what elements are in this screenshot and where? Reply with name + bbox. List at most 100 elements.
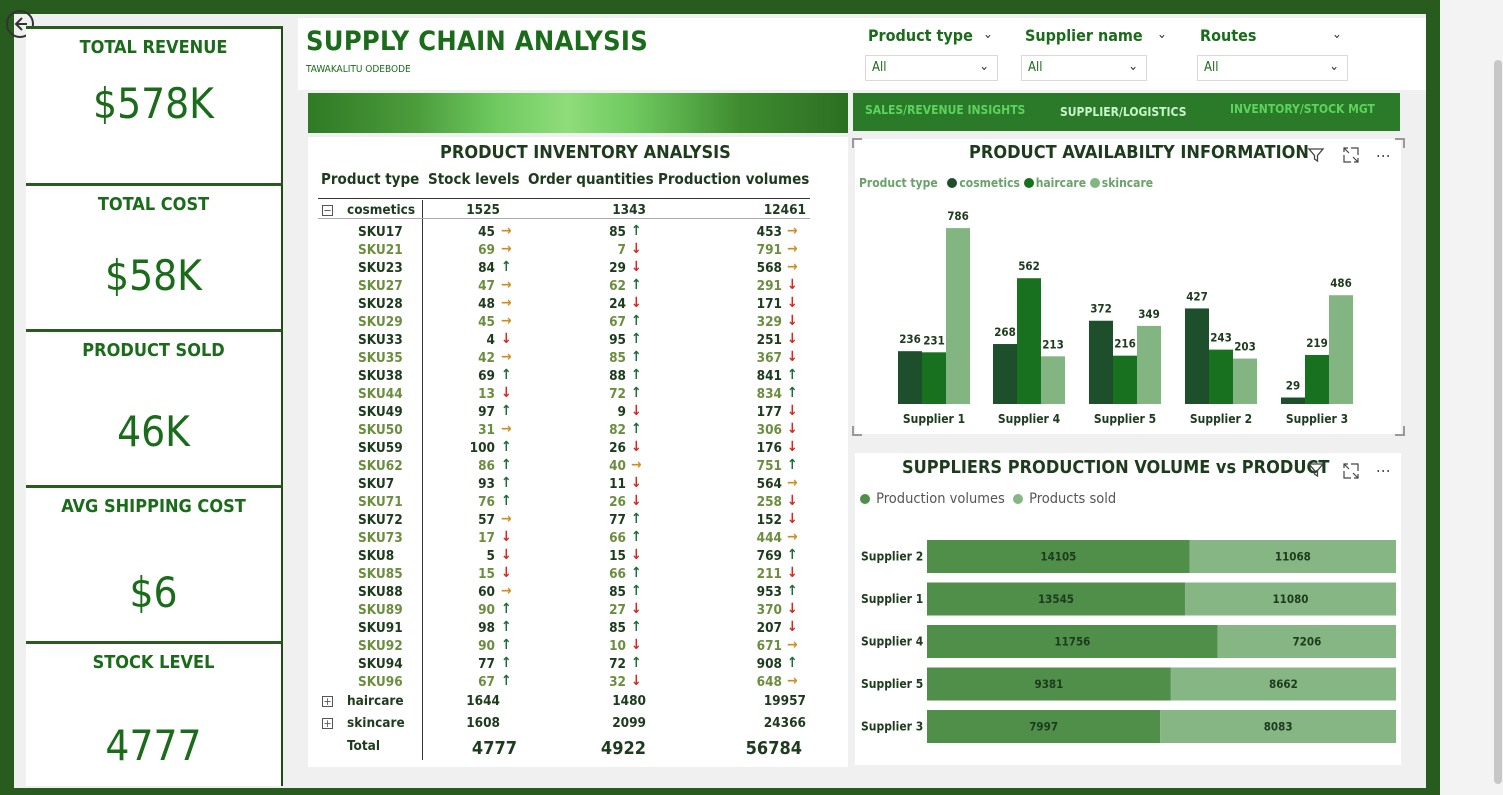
stock-value: 48	[478, 296, 495, 312]
chevron-down-icon[interactable]: ⌄	[1332, 27, 1342, 42]
kpi-value: 46K	[117, 407, 190, 456]
sku-label: SKU88	[358, 584, 403, 600]
production-stacked-bar-chart: Supplier 2 14105 11068 Supplier 1 13545 11080…	[861, 540, 1396, 743]
order-value: 85	[609, 584, 626, 600]
selection-handle[interactable]	[1395, 138, 1405, 148]
page-title: SUPPLY CHAIN ANALYSIS	[306, 26, 648, 57]
col-header-production-volumes[interactable]: Production volumes	[658, 170, 809, 188]
stock-value: 97	[478, 404, 495, 420]
production-value: 367	[756, 350, 782, 366]
order-value: 32	[609, 674, 626, 690]
more-options-icon[interactable]: ⋯	[1376, 146, 1390, 165]
order-value: 72	[609, 386, 626, 402]
arrow-down-icon: ↓	[631, 601, 642, 617]
arrow-up-icon: ↑	[631, 349, 642, 365]
order-value: 26	[609, 440, 626, 456]
data-label: 7997	[1029, 720, 1058, 734]
vertical-scrollbar[interactable]	[1494, 60, 1502, 784]
stock-value: 93	[478, 476, 495, 492]
group-orders: 2099	[612, 715, 646, 731]
arrow-right-icon: →	[501, 511, 512, 527]
chevron-down-icon: ⌄	[1128, 59, 1138, 74]
chevron-down-icon[interactable]: ⌄	[1157, 27, 1167, 42]
stock-value: 69	[478, 242, 495, 258]
data-label: 786	[947, 209, 969, 223]
bar-haircare-supplier-5[interactable]	[1113, 355, 1137, 404]
bar-cosmetics-supplier-4[interactable]	[993, 344, 1017, 404]
order-value: 85	[609, 224, 626, 240]
y-tick-label: Supplier 1	[861, 592, 923, 606]
legend-item[interactable]: skincare	[1089, 176, 1153, 190]
data-label: 219	[1306, 336, 1328, 350]
order-value: 11	[609, 476, 626, 492]
bar-skincare-supplier-4[interactable]	[1041, 356, 1065, 404]
arrow-down-icon: ↓	[787, 493, 798, 509]
slicer-dropdown[interactable]: All ⌄	[1021, 55, 1147, 81]
sku-label: SKU7	[358, 476, 395, 492]
filter-icon[interactable]	[1307, 146, 1325, 168]
stock-value: 69	[478, 368, 495, 384]
arrow-right-icon: →	[787, 223, 798, 239]
col-header-order-quantities[interactable]: Order quantities	[528, 170, 654, 188]
selection-handle[interactable]	[852, 138, 862, 148]
sku-label: SKU23	[358, 260, 403, 276]
kpi-title: TOTAL COST	[97, 194, 210, 215]
slicer-dropdown[interactable]: All ⌄	[865, 55, 998, 81]
legend-item[interactable]: Products sold	[1012, 491, 1116, 507]
expand-icon[interactable]: +	[322, 718, 333, 729]
bar-cosmetics-supplier-1[interactable]	[898, 351, 922, 404]
bar-cosmetics-supplier-3[interactable]	[1281, 397, 1305, 404]
arrow-up-icon: ↑	[631, 277, 642, 293]
group-production: 19957	[763, 693, 806, 709]
bar-haircare-supplier-4[interactable]	[1017, 278, 1041, 404]
order-value: 7	[617, 242, 626, 258]
bar-skincare-supplier-3[interactable]	[1329, 295, 1353, 404]
arrow-down-icon: ↓	[787, 601, 798, 617]
bar-skincare-supplier-2[interactable]	[1233, 358, 1257, 404]
arrow-down-icon: ↓	[787, 277, 798, 293]
data-label: 8083	[1264, 720, 1293, 734]
arrow-right-icon: →	[501, 421, 512, 437]
focus-mode-icon[interactable]	[1342, 146, 1360, 168]
order-value: 26	[609, 494, 626, 510]
bar-skincare-supplier-5[interactable]	[1137, 325, 1161, 404]
order-value: 27	[609, 602, 626, 618]
bar-cosmetics-supplier-5[interactable]	[1089, 320, 1113, 404]
filter-icon[interactable]	[1307, 461, 1325, 483]
nav-inventory-stock[interactable]: INVENTORY/STOCK MGT	[1230, 102, 1375, 116]
data-label: 7206	[1292, 635, 1321, 649]
legend-item[interactable]: Production volumes	[860, 491, 1005, 507]
legend-item[interactable]: cosmetics	[947, 176, 1020, 190]
collapse-icon[interactable]: −	[322, 205, 333, 216]
expand-icon[interactable]: +	[322, 696, 333, 707]
order-value: 62	[609, 278, 626, 294]
production-value: 564	[756, 476, 782, 492]
chevron-down-icon: ⌄	[979, 59, 989, 74]
order-value: 66	[609, 530, 626, 546]
chevron-down-icon[interactable]: ⌄	[983, 27, 993, 42]
col-header-stock-levels[interactable]: Stock levels	[428, 170, 520, 188]
slicer-dropdown[interactable]: All ⌄	[1197, 55, 1348, 81]
order-value: 10	[609, 638, 626, 654]
bar-haircare-supplier-2[interactable]	[1209, 349, 1233, 404]
stock-value: 47	[478, 278, 495, 294]
kpi-card: PRODUCT SOLD 46K	[26, 329, 283, 485]
order-value: 95	[609, 332, 626, 348]
arrow-down-icon: ↓	[631, 295, 642, 311]
col-header-product-type[interactable]: Product type	[321, 170, 419, 188]
arrow-down-icon: ↓	[501, 385, 512, 401]
nav-sales-revenue[interactable]: SALES/REVENUE INSIGHTS	[865, 103, 1025, 117]
bar-haircare-supplier-3[interactable]	[1305, 354, 1329, 404]
production-value: 953	[756, 584, 782, 600]
nav-supplier-logistics[interactable]: SUPPLIER/LOGISTICS	[1060, 105, 1186, 119]
bar-cosmetics-supplier-2[interactable]	[1185, 308, 1209, 404]
production-value: 791	[756, 242, 782, 258]
legend-item[interactable]: haircare	[1023, 176, 1086, 190]
focus-mode-icon[interactable]	[1342, 462, 1360, 484]
bar-skincare-supplier-1[interactable]	[946, 228, 970, 404]
more-options-icon[interactable]: ⋯	[1376, 461, 1390, 480]
arrow-down-icon: ↓	[631, 403, 642, 419]
bar-haircare-supplier-1[interactable]	[922, 352, 946, 404]
total-stock: 4777	[471, 738, 517, 759]
kpi-card: STOCK LEVEL 4777	[26, 641, 283, 786]
